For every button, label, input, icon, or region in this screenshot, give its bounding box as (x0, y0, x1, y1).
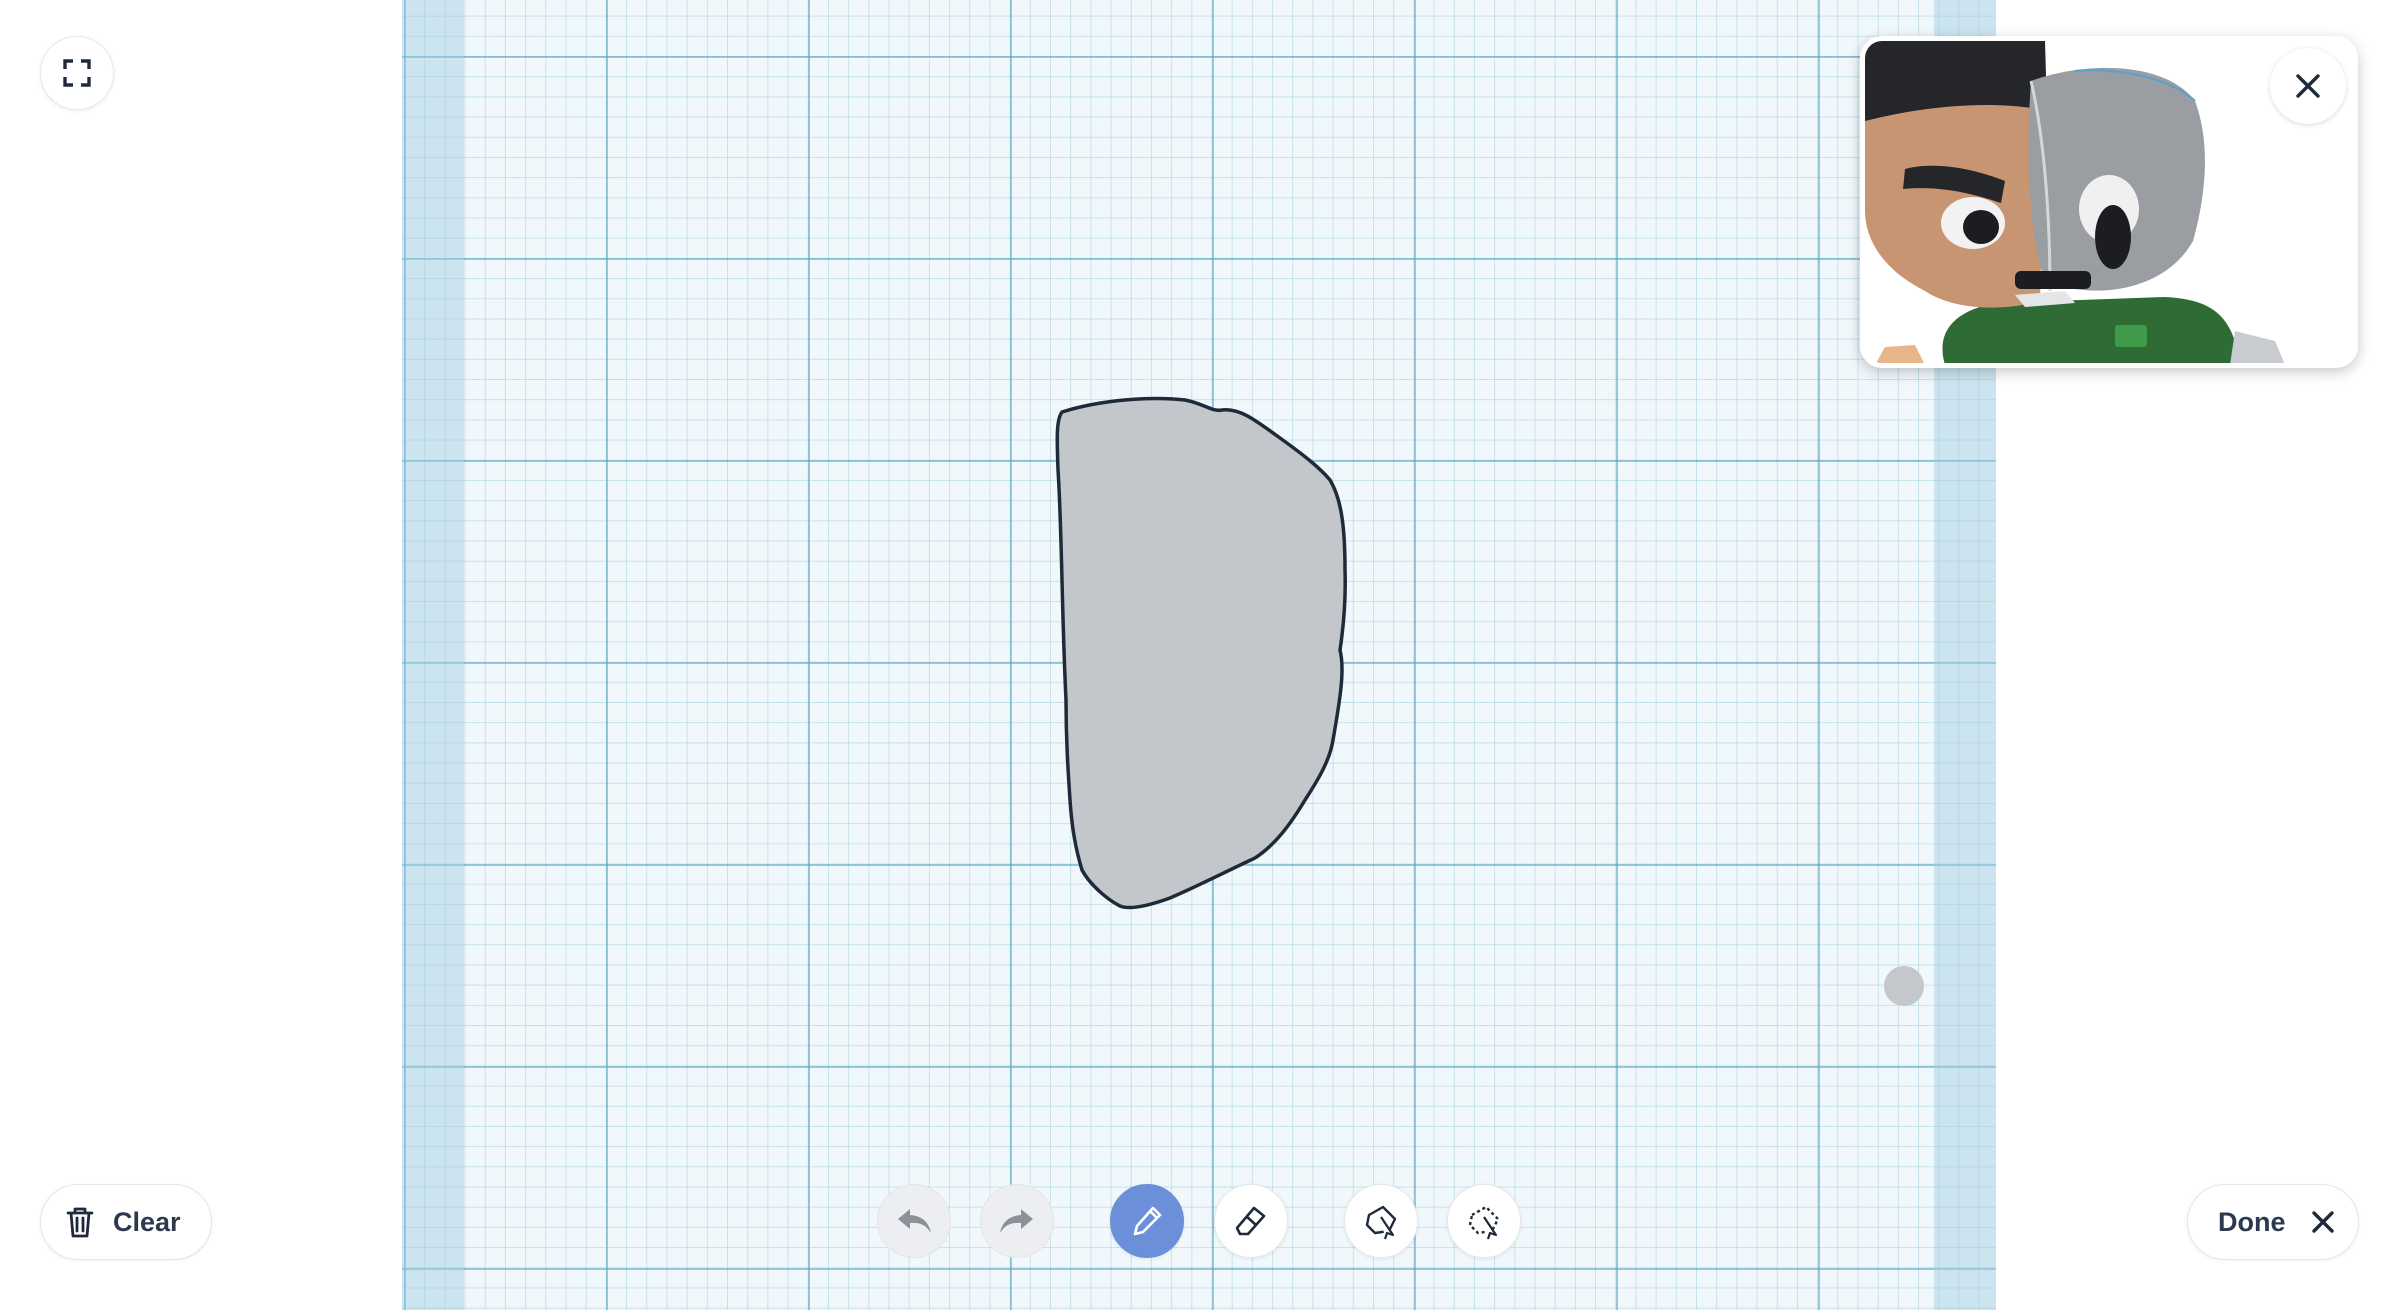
pencil-tool-button[interactable] (1110, 1184, 1184, 1258)
eraser-icon (1235, 1206, 1266, 1236)
fullscreen-button[interactable] (40, 36, 114, 110)
close-icon (2296, 74, 2320, 98)
pencil-icon (1133, 1206, 1162, 1236)
drag-handle[interactable] (1884, 966, 1924, 1006)
redo-icon (1000, 1209, 1033, 1233)
undo-icon (898, 1209, 931, 1233)
eraser-tool-button[interactable] (1214, 1184, 1288, 1258)
undo-button[interactable] (877, 1184, 951, 1258)
lasso-add-tool-button[interactable] (1344, 1184, 1418, 1258)
canvas-margin-left (402, 0, 464, 1310)
done-label: Done (2218, 1206, 2286, 1237)
lasso-add-icon (1365, 1205, 1397, 1240)
lasso-subtract-tool-button[interactable] (1447, 1184, 1521, 1258)
clear-label: Clear (113, 1206, 181, 1237)
trash-icon (66, 1207, 94, 1238)
done-button[interactable]: Done (2187, 1184, 2359, 1260)
preview-close-button[interactable] (2270, 48, 2346, 124)
close-icon (2311, 1211, 2334, 1233)
clear-button[interactable]: Clear (40, 1184, 212, 1260)
fullscreen-icon (63, 59, 91, 87)
lasso-subtract-icon (1468, 1205, 1500, 1240)
redo-button[interactable] (980, 1184, 1054, 1258)
